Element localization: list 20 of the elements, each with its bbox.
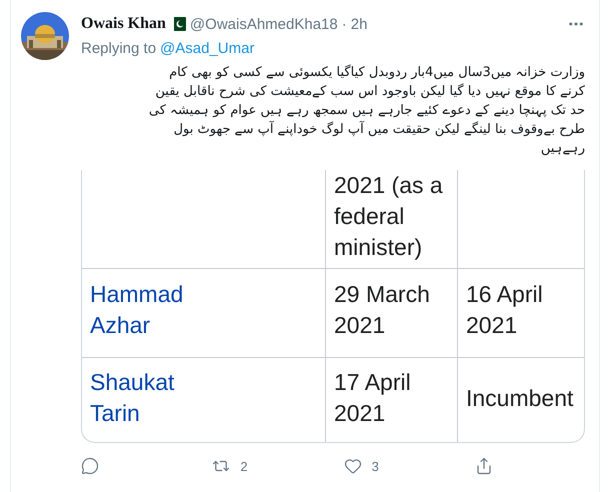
table-cell-text: 16 April 2021: [466, 280, 544, 340]
table-cell-text: Incumbent: [466, 384, 574, 412]
separator-dot: ·: [342, 16, 347, 32]
tweet-time[interactable]: 2h: [350, 16, 368, 32]
name-link[interactable]: Hammad Azhar: [90, 279, 225, 341]
display-name[interactable]: Owais Khan: [81, 15, 166, 33]
like-button[interactable]: 3: [344, 457, 475, 475]
table-cell-text: 2021 (as a federal minister): [334, 171, 444, 262]
table-cell-text: 29 March 2021: [334, 280, 431, 340]
heart-icon: [344, 457, 362, 475]
replying-label: Replying to: [81, 40, 156, 57]
user-handle[interactable]: @OwaisAhmedKha18: [190, 16, 338, 32]
reply-icon: [81, 457, 99, 475]
mention-link[interactable]: @Asad_Umar: [160, 40, 254, 57]
tweet-text: وزارت خزانہ میں3سال میں4بار ردوبدل کیاگیا یکسوئی سے کسی کو بھی کام کرنے کا موقع نہیں دیا گیا لیکن باوجود اس سب کےمعیشت کی شرح ناقابل یقین حد تک پہنچا دینے کے دعوے کئیے جارہے ہیں سمجھ رہے ہیں عوام کو ہمیشہ کی طرح بےوقوف بنا لینگے لیکن حقیقت میں آپ لوگ خوداپنے آپ سے جھوٹ بول رہےہیں: [148, 64, 585, 158]
name-link[interactable]: Shaukat Tarin: [90, 367, 225, 429]
flag-icon: [170, 17, 186, 31]
share-icon: [474, 457, 493, 475]
retweet-button[interactable]: 2: [212, 457, 344, 475]
table-cell-text: 17 April 2021: [334, 368, 412, 428]
